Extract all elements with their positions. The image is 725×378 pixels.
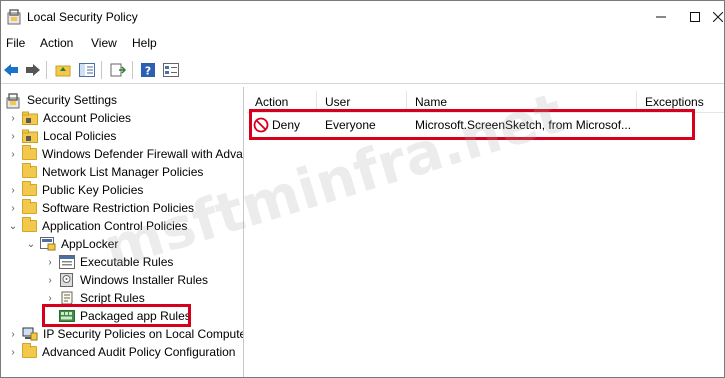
- minimize-button[interactable]: [647, 5, 675, 29]
- forward-button[interactable]: [23, 60, 43, 80]
- tree-item-public-key-policies[interactable]: › Public Key Policies: [7, 181, 143, 199]
- folder-icon: [22, 181, 37, 196]
- toolbar-separator: [46, 61, 47, 79]
- rules-list: Action User Name Exceptions Deny Everyon…: [247, 87, 724, 377]
- properties-button[interactable]: [161, 60, 181, 80]
- tree-item-local-policies[interactable]: › Local Policies: [7, 127, 116, 145]
- lock-folder-icon: [22, 129, 38, 143]
- tree-label: Local Policies: [43, 129, 117, 143]
- tree-item-applocker[interactable]: ⌄ AppLocker: [25, 235, 118, 253]
- menu-action[interactable]: Action: [40, 36, 73, 50]
- tree-item-application-control[interactable]: ⌄ Application Control Policies: [7, 217, 187, 235]
- tree-label: IP Security Policies on Local Compute: [43, 327, 244, 341]
- menu-help[interactable]: Help: [132, 36, 157, 50]
- tree-label: Public Key Policies: [42, 183, 144, 197]
- forward-arrow-icon: [26, 64, 40, 76]
- tree-label: Windows Defender Firewall with Adva: [42, 147, 243, 161]
- svg-text:?: ?: [145, 65, 151, 78]
- export-list-icon: [110, 63, 126, 77]
- tree-label: Windows Installer Rules: [80, 273, 209, 287]
- chevron-right-icon[interactable]: ›: [7, 199, 19, 217]
- chevron-right-icon[interactable]: ›: [7, 109, 19, 127]
- menu-file[interactable]: File: [6, 36, 25, 50]
- installer-rules-icon: [59, 273, 75, 287]
- tree-item-network-list-manager[interactable]: Network List Manager Policies: [7, 163, 203, 181]
- tree-label: Network List Manager Policies: [42, 165, 204, 179]
- up-one-level-button[interactable]: [53, 60, 73, 80]
- tree-item-windows-installer-rules[interactable]: › Windows Installer Rules: [44, 271, 208, 289]
- toolbar-separator: [101, 61, 102, 79]
- properties-icon: [163, 63, 179, 77]
- chevron-right-icon[interactable]: ›: [7, 343, 19, 361]
- show-hide-console-tree-button[interactable]: [77, 60, 97, 80]
- tree-label: AppLocker: [61, 237, 119, 251]
- toolbar-separator: [132, 61, 133, 79]
- tree-label: Security Settings: [27, 93, 118, 107]
- applocker-icon: [40, 237, 56, 251]
- back-button[interactable]: [1, 60, 21, 80]
- security-policy-app-icon: [7, 9, 21, 25]
- folder-icon: [22, 145, 37, 160]
- tree-item-software-restriction[interactable]: › Software Restriction Policies: [7, 199, 194, 217]
- chevron-down-icon[interactable]: ⌄: [7, 217, 19, 235]
- lock-folder-icon: [22, 111, 38, 125]
- chevron-right-icon[interactable]: ›: [7, 181, 19, 199]
- ip-security-icon: [22, 327, 38, 341]
- folder-icon: [22, 217, 37, 232]
- tree-label: Advanced Audit Policy Configuration: [42, 345, 236, 359]
- title-bar: Local Security Policy: [1, 1, 724, 33]
- tree-label: Script Rules: [80, 291, 145, 305]
- tree-item-account-policies[interactable]: › Account Policies: [7, 109, 131, 127]
- folder-icon: [22, 343, 37, 358]
- console-tree: Security Settings › Account Policies › L…: [1, 87, 244, 377]
- chevron-down-icon[interactable]: ⌄: [25, 235, 37, 253]
- console-tree-icon: [79, 63, 95, 77]
- executable-rules-icon: [59, 255, 75, 269]
- menu-bar: File Action View Help: [1, 34, 724, 54]
- menu-view[interactable]: View: [91, 36, 117, 50]
- chevron-right-icon[interactable]: ›: [7, 325, 19, 343]
- packaged-app-rules-highlight: [42, 304, 191, 327]
- tree-item-windows-defender-firewall[interactable]: › Windows Defender Firewall with Adva: [7, 145, 243, 163]
- chevron-right-icon[interactable]: ›: [7, 145, 19, 163]
- folder-icon: [22, 163, 37, 178]
- security-settings-icon: [6, 93, 22, 109]
- tree-label: Application Control Policies: [42, 219, 188, 233]
- deny-rule-highlight: [249, 109, 695, 140]
- chevron-right-icon[interactable]: ›: [7, 127, 19, 145]
- chevron-right-icon[interactable]: ›: [44, 253, 56, 271]
- toolbar: ?: [1, 56, 724, 84]
- window-title: Local Security Policy: [27, 10, 138, 24]
- script-rules-icon: [59, 291, 75, 305]
- help-button[interactable]: ?: [138, 60, 158, 80]
- tree-label: Executable Rules: [80, 255, 174, 269]
- local-security-policy-window: Local Security Policy File Action View H…: [0, 0, 725, 378]
- tree-label: Software Restriction Policies: [42, 201, 195, 215]
- back-arrow-icon: [4, 64, 18, 76]
- close-button[interactable]: [704, 5, 725, 29]
- export-list-button[interactable]: [108, 60, 128, 80]
- tree-item-advanced-audit-policy[interactable]: › Advanced Audit Policy Configuration: [7, 343, 235, 361]
- tree-root-security-settings[interactable]: Security Settings: [6, 91, 117, 109]
- chevron-right-icon[interactable]: ›: [44, 271, 56, 289]
- folder-icon: [22, 199, 37, 214]
- tree-label: Account Policies: [43, 111, 132, 125]
- tree-item-executable-rules[interactable]: › Executable Rules: [44, 253, 173, 271]
- help-icon: ?: [141, 63, 155, 78]
- folder-up-icon: [55, 65, 71, 77]
- tree-item-ip-security-policies[interactable]: › IP Security Policies on Local Compute: [7, 325, 244, 343]
